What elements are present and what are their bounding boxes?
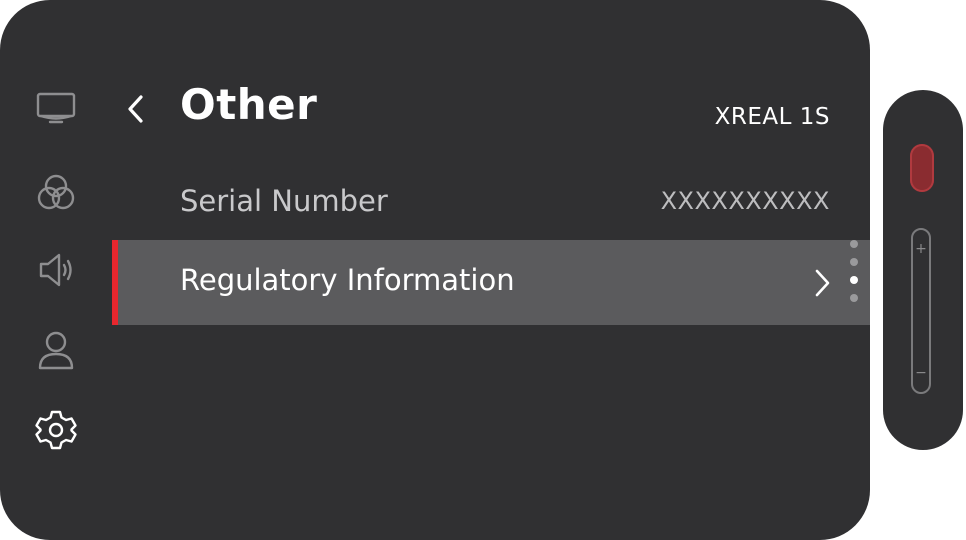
scroll-dot (850, 294, 858, 302)
device-name: XREAL 1S (714, 104, 830, 130)
chevron-left-icon (128, 95, 143, 123)
serial-number-value: XXXXXXXXXX (660, 187, 830, 215)
speaker-icon[interactable] (32, 248, 80, 292)
scroll-indicator (848, 236, 860, 306)
volume-down-icon: − (915, 365, 927, 381)
color-circles-icon[interactable] (32, 170, 80, 214)
regulatory-information-label: Regulatory Information (180, 263, 515, 297)
side-controller: + − (883, 90, 963, 450)
volume-slider[interactable]: + − (911, 228, 931, 394)
scroll-dot-active (850, 276, 858, 284)
chevron-right-icon (815, 269, 830, 297)
volume-up-icon: + (915, 241, 927, 257)
menu-panel: Other XREAL 1S Serial Number XXXXXXXXXX … (0, 0, 870, 540)
gear-icon[interactable] (32, 408, 80, 452)
user-icon[interactable] (32, 328, 80, 372)
scroll-dot (850, 258, 858, 266)
record-button[interactable] (910, 144, 934, 192)
page-title: Other (180, 80, 318, 129)
serial-number-row: Serial Number XXXXXXXXXX (112, 172, 870, 234)
display-icon[interactable] (32, 86, 80, 130)
serial-number-label: Serial Number (180, 184, 388, 218)
selection-indicator (112, 240, 118, 325)
regulatory-information-row[interactable]: Regulatory Information (112, 240, 870, 325)
back-button[interactable] (118, 88, 154, 130)
scroll-dot (850, 240, 858, 248)
